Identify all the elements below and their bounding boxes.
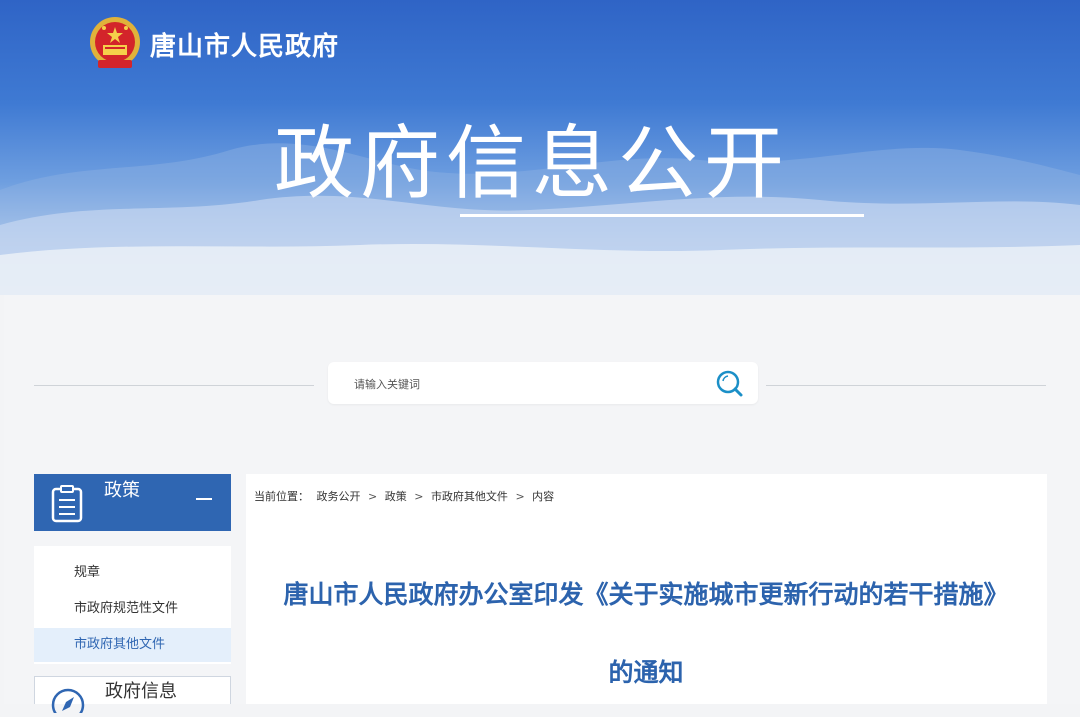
site-name[interactable]: 唐山市人民政府 <box>150 26 339 63</box>
header-banner: 唐山市人民政府 政府信息公开 <box>0 0 1080 295</box>
divider-left <box>34 385 314 386</box>
breadcrumb-item[interactable]: 市政府其他文件 <box>431 490 508 503</box>
sidebar-section-policy[interactable]: 政策 <box>34 474 231 531</box>
sidebar-section-gov-info[interactable]: 政府信息 <box>34 676 231 717</box>
divider-right <box>766 385 1046 386</box>
sidebar-section-label: 政策 <box>104 480 140 501</box>
search-icon[interactable] <box>714 368 746 398</box>
compass-icon <box>51 685 85 717</box>
search-box <box>328 362 758 404</box>
main-content: 当前位置： 政务公开 > 政策 > 市政府其他文件 > 内容 唐山市人民政府办公… <box>246 474 1047 704</box>
breadcrumb-item: 内容 <box>532 490 555 503</box>
collapse-icon[interactable] <box>196 498 212 500</box>
sidebar-list: 规章 市政府规范性文件 市政府其他文件 <box>34 546 231 664</box>
breadcrumb: 当前位置： 政务公开 > 政策 > 市政府其他文件 > 内容 <box>254 488 558 504</box>
breadcrumb-separator: > <box>414 490 424 503</box>
page-title: 政府信息公开 <box>274 117 790 210</box>
sidebar-item-normative-docs[interactable]: 市政府规范性文件 <box>34 592 231 626</box>
document-title: 唐山市人民政府办公室印发《关于实施城市更新行动的若干措施》的通知 <box>283 580 1009 687</box>
breadcrumb-prefix: 当前位置： <box>254 490 309 503</box>
search-input[interactable] <box>352 372 706 396</box>
clipboard-icon <box>50 484 84 528</box>
breadcrumb-item[interactable]: 政策 <box>385 490 407 503</box>
breadcrumb-separator: > <box>368 490 378 503</box>
sidebar-item-other-docs[interactable]: 市政府其他文件 <box>34 628 231 662</box>
breadcrumb-item[interactable]: 政务公开 <box>317 490 361 503</box>
sidebar-item-rules[interactable]: 规章 <box>34 556 231 590</box>
national-emblem-icon <box>88 14 142 72</box>
title-underline <box>460 214 864 217</box>
sidebar-section-label: 政府信息 <box>105 681 177 702</box>
breadcrumb-separator: > <box>515 490 525 503</box>
